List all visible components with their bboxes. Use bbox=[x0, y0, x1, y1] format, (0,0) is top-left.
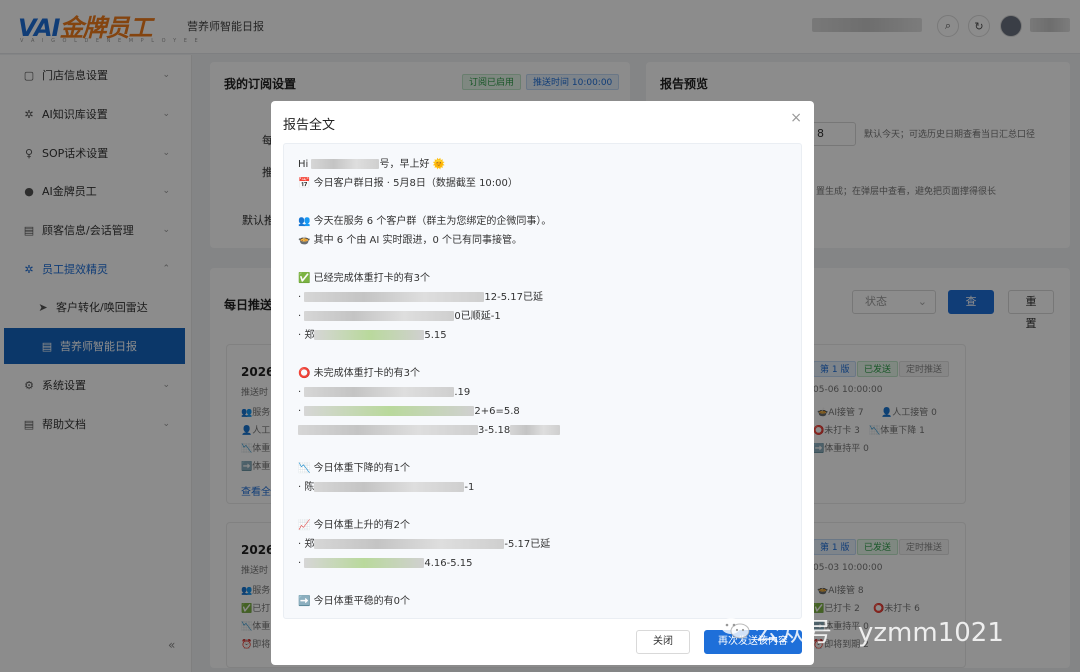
report-line: 📅 今日客户群日报 · 5月8日（数据截至 10:00） bbox=[298, 178, 518, 189]
report-line: 📈 今日体重上升的有2个 bbox=[298, 520, 410, 531]
close-button[interactable]: 关闭 bbox=[636, 630, 690, 654]
report-line: 👥 今天在服务 6 个客户群（群主为您绑定的企微同事）。 bbox=[298, 216, 552, 227]
report-line: · 4.16-5.15 bbox=[298, 558, 473, 569]
report-line: ⭕ 未完成体重打卡的有3个 bbox=[298, 368, 420, 379]
report-line: ➡️ 今日体重平稳的有0个 bbox=[298, 596, 410, 607]
report-line: Hi 号，早上好 🌞 bbox=[298, 159, 446, 170]
report-line: 🍲 其中 6 个由 AI 实时跟进，0 个已有同事接管。 bbox=[298, 235, 523, 246]
modal-title: 报告全文 bbox=[283, 118, 336, 133]
wechat-logo-icon bbox=[721, 618, 750, 639]
report-line: · 郑 -5.17已延 bbox=[298, 539, 551, 550]
report-line: 📉 今日体重下降的有1个 bbox=[298, 463, 410, 474]
close-icon[interactable]: × bbox=[790, 110, 802, 126]
report-line: · 12-5.17已延 bbox=[298, 292, 543, 303]
report-line: · .19 bbox=[298, 387, 471, 398]
watermark: 公众号 yzmm1021 bbox=[754, 618, 1004, 648]
report-line: · 0已顺延-1 bbox=[298, 311, 501, 322]
report-line: · 2+6=5.8 bbox=[298, 406, 520, 417]
report-line: 3-5.18 bbox=[298, 424, 561, 438]
report-line: · 陈 -1 bbox=[298, 482, 475, 493]
report-content: Hi 号，早上好 🌞 📅 今日客户群日报 · 5月8日（数据截至 10:00） … bbox=[283, 143, 802, 619]
report-line: ✅ 已经完成体重打卡的有3个 bbox=[298, 273, 430, 284]
report-full-text-modal: 报告全文 × Hi 号，早上好 🌞 📅 今日客户群日报 · 5月8日（数据截至 … bbox=[271, 101, 814, 665]
report-line: · 郑 5.15 bbox=[298, 330, 447, 341]
